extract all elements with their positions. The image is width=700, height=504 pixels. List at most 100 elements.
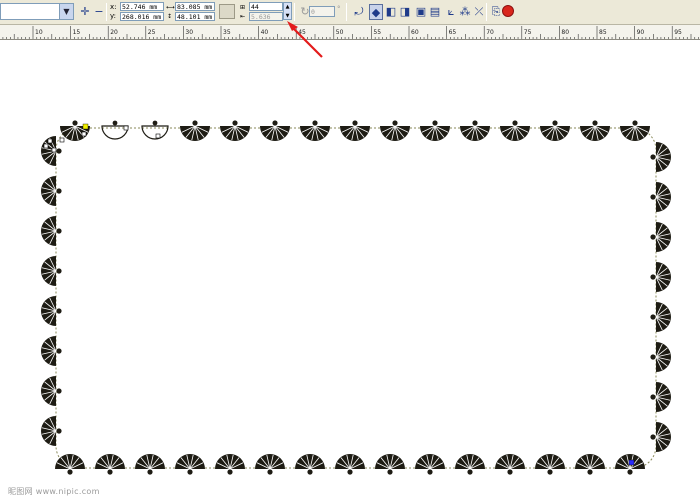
fan-ornament xyxy=(650,142,671,172)
fan-ornament xyxy=(650,302,671,332)
fan-ornament xyxy=(41,376,62,406)
blend-border-artwork[interactable] xyxy=(0,40,700,500)
selected-fan-ornament[interactable] xyxy=(141,120,169,140)
toolbar-separator xyxy=(294,3,295,21)
fan-ornament xyxy=(255,454,285,475)
x-position-input[interactable]: 52.746 mm xyxy=(120,2,164,11)
fan-ornament xyxy=(41,416,62,446)
start-node-handle[interactable] xyxy=(82,123,89,130)
fan-ornament xyxy=(650,182,671,212)
fan-ornament xyxy=(60,120,90,141)
fan-ornament xyxy=(455,454,485,475)
fan-ornament xyxy=(460,120,490,141)
ruler-tick-label: 90 xyxy=(637,29,645,36)
ruler-tick-label: 55 xyxy=(373,29,381,36)
fan-ornament xyxy=(375,454,405,475)
remove-preset-icon[interactable]: − xyxy=(92,4,106,20)
ruler-ticks: 10 15 20 25 30 35 40 45 50 55 60 65 70 75 80 85 90 95 xyxy=(2,26,699,39)
ruler-tick-label: 35 xyxy=(223,29,231,36)
fan-ornament xyxy=(55,454,85,475)
object-color-acceleration-icon[interactable]: ◆ xyxy=(369,4,383,20)
fan-ornament xyxy=(41,216,62,246)
x-label: x: xyxy=(110,3,117,11)
fan-ornament xyxy=(540,120,570,141)
fan-ornament xyxy=(180,120,210,141)
objects-count-icon: ⊞ xyxy=(240,4,246,11)
fan-ornament xyxy=(135,454,165,475)
object-selector-dropdown[interactable]: ▼ xyxy=(0,3,74,20)
selection-handle[interactable] xyxy=(51,147,57,153)
ruler-tick-label: 65 xyxy=(449,29,457,36)
selection-handle[interactable] xyxy=(43,143,49,149)
blend-spacing-input[interactable]: 5.636 xyxy=(249,12,283,21)
fan-ornament xyxy=(580,120,610,141)
clear-blend-icon[interactable]: ⤫ xyxy=(472,4,486,20)
fan-ornament xyxy=(215,454,245,475)
ruler-tick-label: 20 xyxy=(110,29,118,36)
accelerate-sizes-icon[interactable]: ◧ xyxy=(384,4,398,20)
fan-ornament xyxy=(495,454,525,475)
ruler-tick-label: 15 xyxy=(73,29,81,36)
fan-ornament xyxy=(300,120,330,141)
selection-handle[interactable] xyxy=(47,138,53,144)
fan-ornament xyxy=(41,176,62,206)
fan-ornament xyxy=(41,336,62,366)
ruler-tick-label: 30 xyxy=(185,29,193,36)
stop-icon[interactable] xyxy=(502,5,514,17)
y-position-input[interactable]: 268.016 mm xyxy=(120,12,164,21)
fan-ornament xyxy=(335,454,365,475)
fan-ornament xyxy=(380,120,410,141)
drawing-canvas[interactable] xyxy=(0,40,700,500)
selection-handle[interactable] xyxy=(123,125,129,131)
fan-ornament xyxy=(260,120,290,141)
steps-spinner[interactable]: ▲ ▼ xyxy=(283,2,292,20)
horizontal-ruler[interactable]: 10 15 20 25 30 35 40 45 50 55 60 65 70 75 80 85 90 95 xyxy=(0,25,700,40)
toolbar-separator xyxy=(106,3,107,21)
split-icon[interactable]: ▣ xyxy=(414,4,428,20)
width-arrow-icon: ⟷ xyxy=(166,4,175,11)
start-end-properties-icon[interactable]: ⟀ xyxy=(444,4,458,20)
fan-ornament xyxy=(500,120,530,141)
object-width-input[interactable]: 83.085 mm xyxy=(175,2,215,11)
ruler-tick-label: 75 xyxy=(524,29,532,36)
ruler-tick-label: 45 xyxy=(298,29,306,36)
chevron-down-icon[interactable]: ▼ xyxy=(59,4,73,19)
fan-ornament xyxy=(650,382,671,412)
fan-ornament xyxy=(95,454,125,475)
fan-ornament xyxy=(620,120,650,141)
fan-ornament xyxy=(650,342,671,372)
lock-ratio-icon[interactable] xyxy=(219,4,235,19)
copy-blend-icon[interactable]: ⎘ xyxy=(489,4,503,20)
fan-ornament xyxy=(420,120,450,141)
loop-blend-icon[interactable]: ⤾ xyxy=(352,4,366,20)
selection-handle[interactable] xyxy=(155,133,161,139)
path-properties-icon[interactable]: ▤ xyxy=(428,4,442,20)
ruler-tick-label: 85 xyxy=(599,29,607,36)
ruler-tick-label: 60 xyxy=(411,29,419,36)
map-nodes-icon[interactable]: ◨ xyxy=(398,4,412,20)
spacing-icon: ⇤ xyxy=(240,13,246,20)
selection-handle[interactable] xyxy=(59,137,65,143)
toolbar-separator xyxy=(346,3,347,21)
blend-steps-input[interactable]: 44 xyxy=(249,2,283,11)
object-height-input[interactable]: 48.101 mm xyxy=(175,12,215,21)
end-node-handle[interactable] xyxy=(628,459,635,466)
ruler-tick-label: 70 xyxy=(486,29,494,36)
toolbar-separator xyxy=(486,3,487,21)
fan-ornament xyxy=(175,454,205,475)
ruler-tick-label: 10 xyxy=(35,29,43,36)
selection-handle[interactable] xyxy=(81,131,87,137)
more-blend-options-icon[interactable]: ⁂ xyxy=(458,4,472,20)
blend-direction-input[interactable]: 0 xyxy=(309,6,335,17)
ruler-tick-label: 25 xyxy=(148,29,156,36)
add-preset-icon[interactable]: ✛ xyxy=(78,4,92,20)
fan-ornament xyxy=(41,256,62,286)
height-arrow-icon: ↕ xyxy=(167,13,173,20)
ruler-tick-label: 50 xyxy=(336,29,344,36)
fan-ornament xyxy=(295,454,325,475)
fan-ornament xyxy=(650,222,671,252)
degree-label: ° xyxy=(337,5,341,13)
ruler-tick-label: 95 xyxy=(674,29,682,36)
watermark: 昵图网 www.nipic.com xyxy=(8,487,100,496)
ruler-tick-label: 80 xyxy=(561,29,569,36)
